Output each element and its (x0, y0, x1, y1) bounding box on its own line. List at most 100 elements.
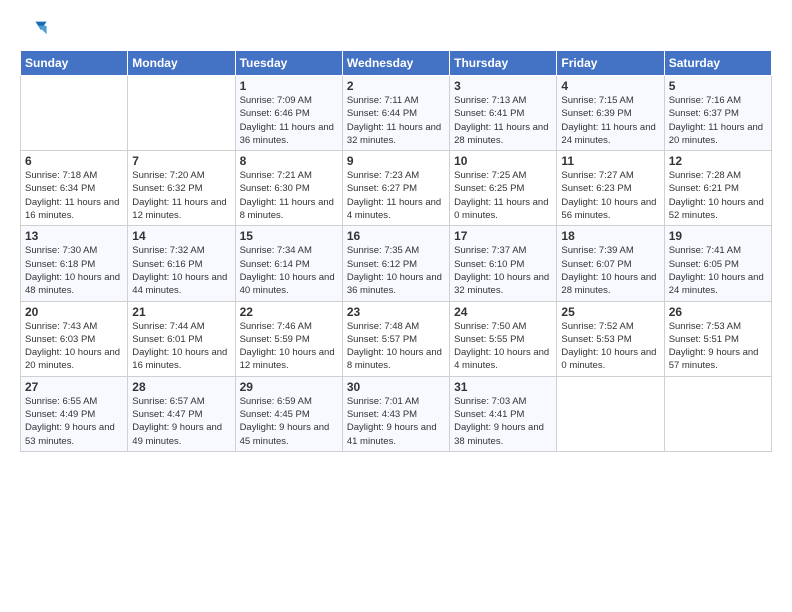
day-number: 26 (669, 305, 767, 319)
day-info: Sunrise: 7:15 AM Sunset: 6:39 PM Dayligh… (561, 94, 659, 147)
day-number: 13 (25, 229, 123, 243)
page: SundayMondayTuesdayWednesdayThursdayFrid… (0, 0, 792, 612)
day-number: 4 (561, 79, 659, 93)
day-number: 22 (240, 305, 338, 319)
calendar-cell: 18Sunrise: 7:39 AM Sunset: 6:07 PM Dayli… (557, 226, 664, 301)
calendar-cell: 23Sunrise: 7:48 AM Sunset: 5:57 PM Dayli… (342, 301, 449, 376)
day-number: 19 (669, 229, 767, 243)
day-number: 11 (561, 154, 659, 168)
week-row-2: 6Sunrise: 7:18 AM Sunset: 6:34 PM Daylig… (21, 151, 772, 226)
calendar-cell: 9Sunrise: 7:23 AM Sunset: 6:27 PM Daylig… (342, 151, 449, 226)
calendar-cell (128, 76, 235, 151)
day-info: Sunrise: 7:37 AM Sunset: 6:10 PM Dayligh… (454, 244, 552, 297)
logo (20, 16, 50, 44)
day-info: Sunrise: 7:44 AM Sunset: 6:01 PM Dayligh… (132, 320, 230, 373)
day-number: 3 (454, 79, 552, 93)
calendar-cell: 2Sunrise: 7:11 AM Sunset: 6:44 PM Daylig… (342, 76, 449, 151)
day-info: Sunrise: 7:28 AM Sunset: 6:21 PM Dayligh… (669, 169, 767, 222)
calendar-cell: 5Sunrise: 7:16 AM Sunset: 6:37 PM Daylig… (664, 76, 771, 151)
day-info: Sunrise: 7:23 AM Sunset: 6:27 PM Dayligh… (347, 169, 445, 222)
day-info: Sunrise: 7:30 AM Sunset: 6:18 PM Dayligh… (25, 244, 123, 297)
calendar-cell: 19Sunrise: 7:41 AM Sunset: 6:05 PM Dayli… (664, 226, 771, 301)
header-cell-saturday: Saturday (664, 51, 771, 76)
day-number: 10 (454, 154, 552, 168)
calendar-cell: 12Sunrise: 7:28 AM Sunset: 6:21 PM Dayli… (664, 151, 771, 226)
day-info: Sunrise: 7:52 AM Sunset: 5:53 PM Dayligh… (561, 320, 659, 373)
calendar-body: 1Sunrise: 7:09 AM Sunset: 6:46 PM Daylig… (21, 76, 772, 452)
calendar-cell: 27Sunrise: 6:55 AM Sunset: 4:49 PM Dayli… (21, 376, 128, 451)
day-number: 15 (240, 229, 338, 243)
header-cell-wednesday: Wednesday (342, 51, 449, 76)
day-number: 2 (347, 79, 445, 93)
day-number: 17 (454, 229, 552, 243)
calendar-cell: 17Sunrise: 7:37 AM Sunset: 6:10 PM Dayli… (450, 226, 557, 301)
day-info: Sunrise: 7:27 AM Sunset: 6:23 PM Dayligh… (561, 169, 659, 222)
day-info: Sunrise: 7:34 AM Sunset: 6:14 PM Dayligh… (240, 244, 338, 297)
calendar-cell (664, 376, 771, 451)
day-number: 28 (132, 380, 230, 394)
day-number: 7 (132, 154, 230, 168)
calendar-cell: 20Sunrise: 7:43 AM Sunset: 6:03 PM Dayli… (21, 301, 128, 376)
logo-icon (20, 16, 48, 44)
day-number: 6 (25, 154, 123, 168)
header-area (20, 16, 772, 44)
day-number: 8 (240, 154, 338, 168)
calendar-cell: 28Sunrise: 6:57 AM Sunset: 4:47 PM Dayli… (128, 376, 235, 451)
day-info: Sunrise: 7:35 AM Sunset: 6:12 PM Dayligh… (347, 244, 445, 297)
calendar-cell: 10Sunrise: 7:25 AM Sunset: 6:25 PM Dayli… (450, 151, 557, 226)
week-row-1: 1Sunrise: 7:09 AM Sunset: 6:46 PM Daylig… (21, 76, 772, 151)
day-number: 12 (669, 154, 767, 168)
day-info: Sunrise: 7:01 AM Sunset: 4:43 PM Dayligh… (347, 395, 445, 448)
day-info: Sunrise: 7:03 AM Sunset: 4:41 PM Dayligh… (454, 395, 552, 448)
calendar-cell: 29Sunrise: 6:59 AM Sunset: 4:45 PM Dayli… (235, 376, 342, 451)
calendar-cell: 7Sunrise: 7:20 AM Sunset: 6:32 PM Daylig… (128, 151, 235, 226)
calendar-cell: 13Sunrise: 7:30 AM Sunset: 6:18 PM Dayli… (21, 226, 128, 301)
day-info: Sunrise: 7:21 AM Sunset: 6:30 PM Dayligh… (240, 169, 338, 222)
calendar-cell: 6Sunrise: 7:18 AM Sunset: 6:34 PM Daylig… (21, 151, 128, 226)
day-number: 1 (240, 79, 338, 93)
calendar-cell: 30Sunrise: 7:01 AM Sunset: 4:43 PM Dayli… (342, 376, 449, 451)
calendar-cell: 15Sunrise: 7:34 AM Sunset: 6:14 PM Dayli… (235, 226, 342, 301)
header-cell-tuesday: Tuesday (235, 51, 342, 76)
header-cell-friday: Friday (557, 51, 664, 76)
day-number: 9 (347, 154, 445, 168)
calendar-cell: 4Sunrise: 7:15 AM Sunset: 6:39 PM Daylig… (557, 76, 664, 151)
header-row: SundayMondayTuesdayWednesdayThursdayFrid… (21, 51, 772, 76)
calendar-cell: 26Sunrise: 7:53 AM Sunset: 5:51 PM Dayli… (664, 301, 771, 376)
calendar-cell: 22Sunrise: 7:46 AM Sunset: 5:59 PM Dayli… (235, 301, 342, 376)
day-number: 18 (561, 229, 659, 243)
day-number: 31 (454, 380, 552, 394)
header-cell-monday: Monday (128, 51, 235, 76)
calendar-cell: 31Sunrise: 7:03 AM Sunset: 4:41 PM Dayli… (450, 376, 557, 451)
calendar-cell (557, 376, 664, 451)
day-number: 23 (347, 305, 445, 319)
week-row-4: 20Sunrise: 7:43 AM Sunset: 6:03 PM Dayli… (21, 301, 772, 376)
day-number: 20 (25, 305, 123, 319)
day-info: Sunrise: 6:59 AM Sunset: 4:45 PM Dayligh… (240, 395, 338, 448)
calendar-cell: 24Sunrise: 7:50 AM Sunset: 5:55 PM Dayli… (450, 301, 557, 376)
day-info: Sunrise: 7:16 AM Sunset: 6:37 PM Dayligh… (669, 94, 767, 147)
calendar-cell: 3Sunrise: 7:13 AM Sunset: 6:41 PM Daylig… (450, 76, 557, 151)
calendar-table: SundayMondayTuesdayWednesdayThursdayFrid… (20, 50, 772, 452)
calendar-cell (21, 76, 128, 151)
day-number: 5 (669, 79, 767, 93)
day-number: 25 (561, 305, 659, 319)
calendar-cell: 8Sunrise: 7:21 AM Sunset: 6:30 PM Daylig… (235, 151, 342, 226)
day-info: Sunrise: 7:48 AM Sunset: 5:57 PM Dayligh… (347, 320, 445, 373)
week-row-5: 27Sunrise: 6:55 AM Sunset: 4:49 PM Dayli… (21, 376, 772, 451)
day-info: Sunrise: 7:11 AM Sunset: 6:44 PM Dayligh… (347, 94, 445, 147)
calendar-cell: 21Sunrise: 7:44 AM Sunset: 6:01 PM Dayli… (128, 301, 235, 376)
day-number: 24 (454, 305, 552, 319)
calendar-cell: 25Sunrise: 7:52 AM Sunset: 5:53 PM Dayli… (557, 301, 664, 376)
calendar-header: SundayMondayTuesdayWednesdayThursdayFrid… (21, 51, 772, 76)
day-info: Sunrise: 7:39 AM Sunset: 6:07 PM Dayligh… (561, 244, 659, 297)
header-cell-thursday: Thursday (450, 51, 557, 76)
header-cell-sunday: Sunday (21, 51, 128, 76)
day-info: Sunrise: 7:32 AM Sunset: 6:16 PM Dayligh… (132, 244, 230, 297)
day-number: 14 (132, 229, 230, 243)
day-info: Sunrise: 7:13 AM Sunset: 6:41 PM Dayligh… (454, 94, 552, 147)
calendar-cell: 14Sunrise: 7:32 AM Sunset: 6:16 PM Dayli… (128, 226, 235, 301)
calendar-cell: 1Sunrise: 7:09 AM Sunset: 6:46 PM Daylig… (235, 76, 342, 151)
day-info: Sunrise: 6:55 AM Sunset: 4:49 PM Dayligh… (25, 395, 123, 448)
day-info: Sunrise: 7:20 AM Sunset: 6:32 PM Dayligh… (132, 169, 230, 222)
